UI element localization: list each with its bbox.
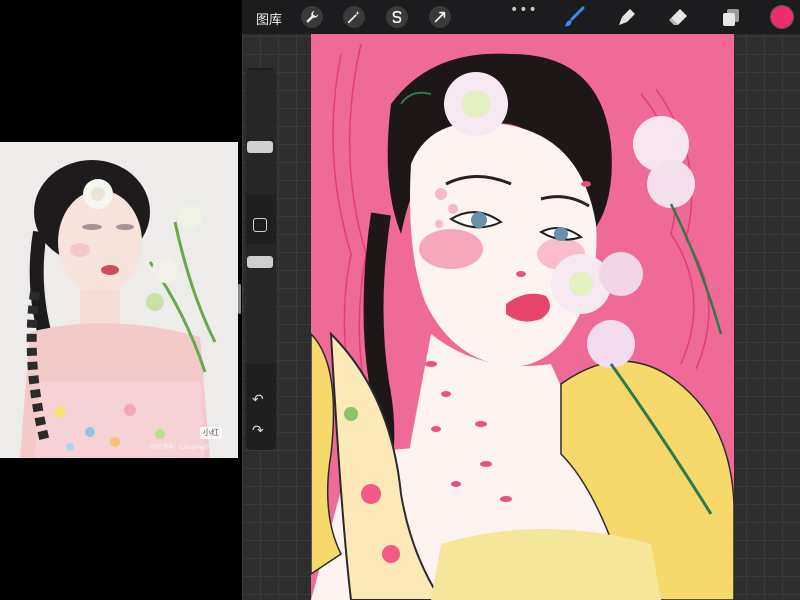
undo-button[interactable]: ↶	[252, 392, 264, 408]
redo-button[interactable]: ↷	[252, 423, 264, 439]
split-view-divider-handle[interactable]	[238, 284, 241, 314]
arrow-cursor-icon[interactable]	[429, 6, 451, 28]
layers-icon[interactable]	[719, 5, 743, 29]
selection-s-icon[interactable]	[386, 6, 408, 28]
color-swatch-button[interactable]	[771, 6, 793, 28]
magic-wand-icon[interactable]	[343, 6, 365, 28]
gallery-button[interactable]: 图库	[256, 9, 282, 28]
reference-photo	[0, 142, 238, 458]
more-options-dots[interactable]: •••	[510, 2, 538, 18]
wrench-icon[interactable]	[301, 6, 323, 28]
opacity-thumb[interactable]	[247, 256, 273, 268]
artwork-canvas[interactable]	[311, 34, 734, 600]
brush-size-thumb[interactable]	[247, 141, 273, 153]
brush-size-slider[interactable]	[246, 70, 276, 195]
modify-button[interactable]	[253, 218, 267, 232]
eraser-icon[interactable]	[666, 5, 690, 29]
smudge-icon[interactable]	[615, 5, 639, 29]
reference-badge: 小红	[200, 427, 222, 439]
reference-watermark: 小红书号：Chuqing0	[150, 444, 209, 451]
brush-icon[interactable]	[562, 5, 586, 29]
